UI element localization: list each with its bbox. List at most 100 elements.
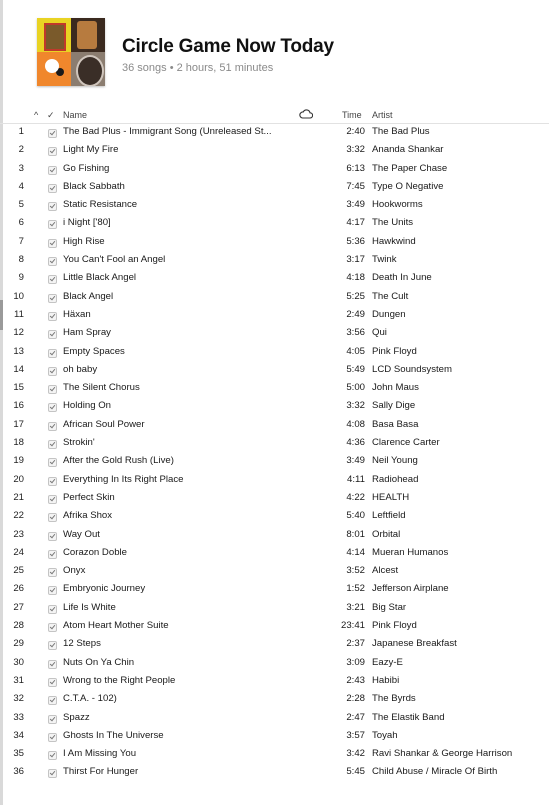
track-time: 4:11 bbox=[347, 473, 365, 485]
track-name: Perfect Skin bbox=[63, 491, 115, 503]
track-checkbox[interactable] bbox=[48, 677, 57, 687]
track-checkbox[interactable] bbox=[48, 714, 57, 724]
track-checkbox[interactable] bbox=[48, 202, 57, 212]
track-checkbox[interactable] bbox=[48, 494, 57, 504]
track-row[interactable]: 34 Ghosts In The Universe 3:57 Toyah bbox=[0, 727, 549, 745]
track-row[interactable]: 27 Life Is White 3:21 Big Star bbox=[0, 599, 549, 617]
track-checkbox[interactable] bbox=[48, 604, 57, 614]
track-number: 29 bbox=[13, 638, 24, 650]
track-row[interactable]: 6 i Night ['80] 4:17 The Units bbox=[0, 214, 549, 232]
track-time: 5:36 bbox=[346, 235, 365, 247]
track-row[interactable]: 33 Spazz 2:47 The Elastik Band bbox=[0, 709, 549, 727]
track-row[interactable]: 10 Black Angel 5:25 The Cult bbox=[0, 288, 549, 306]
track-row[interactable]: 30 Nuts On Ya Chin 3:09 Eazy-E bbox=[0, 654, 549, 672]
track-checkbox[interactable] bbox=[48, 257, 57, 267]
track-checkbox[interactable] bbox=[48, 385, 57, 395]
track-row[interactable]: 11 Häxan 2:49 Dungen bbox=[0, 306, 549, 324]
track-checkbox[interactable] bbox=[48, 238, 57, 248]
track-row[interactable]: 24 Corazon Doble 4:14 Mueran Humanos bbox=[0, 544, 549, 562]
track-checkbox[interactable] bbox=[48, 165, 57, 175]
track-row[interactable]: 31 Wrong to the Right People 2:43 Habibi bbox=[0, 672, 549, 690]
sort-indicator-icon[interactable]: ^ bbox=[34, 110, 38, 120]
track-row[interactable]: 18 Strokin' 4:36 Clarence Carter bbox=[0, 434, 549, 452]
track-checkbox[interactable] bbox=[48, 458, 57, 468]
track-row[interactable]: 25 Onyx 3:52 Alcest bbox=[0, 562, 549, 580]
track-checkbox[interactable] bbox=[48, 751, 57, 761]
track-row[interactable]: 21 Perfect Skin 4:22 HEALTH bbox=[0, 489, 549, 507]
track-row[interactable]: 22 Afrika Shox 5:40 Leftfield bbox=[0, 507, 549, 525]
track-checkbox[interactable] bbox=[48, 348, 57, 358]
column-header-name[interactable]: Name bbox=[63, 110, 87, 120]
track-row[interactable]: 19 After the Gold Rush (Live) 3:49 Neil You… bbox=[0, 452, 549, 470]
track-checkbox[interactable] bbox=[48, 531, 57, 541]
track-checkbox[interactable] bbox=[48, 440, 57, 450]
track-time: 3:32 bbox=[346, 400, 365, 412]
track-row[interactable]: 4 Black Sabbath 7:45 Type O Negative bbox=[0, 178, 549, 196]
track-checkbox[interactable] bbox=[48, 476, 57, 486]
track-row[interactable]: 12 Ham Spray 3:56 Qui bbox=[0, 324, 549, 342]
track-list: 1 The Bad Plus - Immigrant Song (Unreleas… bbox=[0, 123, 549, 782]
column-header-check[interactable]: ✓ bbox=[47, 110, 55, 121]
track-checkbox[interactable] bbox=[48, 421, 57, 431]
track-row[interactable]: 36 Thirst For Hunger 5:45 Child Abuse / Mir… bbox=[0, 763, 549, 781]
track-name: i Night ['80] bbox=[63, 217, 111, 229]
track-checkbox[interactable] bbox=[48, 641, 57, 651]
track-artist: The Byrds bbox=[372, 693, 416, 705]
track-row[interactable]: 16 Holding On 3:32 Sally Dige bbox=[0, 397, 549, 415]
track-row[interactable]: 7 High Rise 5:36 Hawkwind bbox=[0, 233, 549, 251]
track-checkbox[interactable] bbox=[48, 183, 57, 193]
track-checkbox[interactable] bbox=[48, 513, 57, 523]
track-artist: Habibi bbox=[372, 674, 400, 686]
track-row[interactable]: 32 C.T.A. - 102) 2:28 The Byrds bbox=[0, 690, 549, 708]
track-artist: Qui bbox=[372, 327, 387, 339]
track-checkbox[interactable] bbox=[48, 732, 57, 742]
track-row[interactable]: 23 Way Out 8:01 Orbital bbox=[0, 526, 549, 544]
track-checkbox[interactable] bbox=[48, 147, 57, 157]
column-header-artist[interactable]: Artist bbox=[372, 110, 393, 120]
track-row[interactable]: 13 Empty Spaces 4:05 Pink Floyd bbox=[0, 343, 549, 361]
track-row[interactable]: 28 Atom Heart Mother Suite 23:41 Pink Floyd bbox=[0, 617, 549, 635]
track-checkbox[interactable] bbox=[48, 220, 57, 230]
cloud-icon[interactable] bbox=[299, 109, 313, 119]
track-row[interactable]: 26 Embryonic Journey 1:52 Jefferson Airplan… bbox=[0, 580, 549, 598]
column-header-time[interactable]: Time bbox=[342, 110, 362, 120]
track-row[interactable]: 8 You Can't Fool an Angel 3:17 Twink bbox=[0, 251, 549, 269]
track-artist: Japanese Breakfast bbox=[372, 638, 457, 650]
track-checkbox[interactable] bbox=[48, 568, 57, 578]
track-checkbox[interactable] bbox=[48, 293, 57, 303]
playlist-artwork[interactable] bbox=[37, 18, 105, 86]
track-row[interactable]: 14 oh baby 5:49 LCD Soundsystem bbox=[0, 361, 549, 379]
track-name: 12 Steps bbox=[63, 638, 101, 650]
track-number: 35 bbox=[13, 748, 24, 760]
track-time: 4:17 bbox=[346, 217, 365, 229]
track-name: Wrong to the Right People bbox=[63, 674, 176, 686]
track-row[interactable]: 5 Static Resistance 3:49 Hookworms bbox=[0, 196, 549, 214]
track-checkbox[interactable] bbox=[48, 330, 57, 340]
track-row[interactable]: 2 Light My Fire 3:32 Ananda Shankar bbox=[0, 141, 549, 159]
track-checkbox[interactable] bbox=[48, 769, 57, 779]
track-number: 20 bbox=[13, 473, 24, 485]
track-artist: Orbital bbox=[372, 528, 401, 540]
track-checkbox[interactable] bbox=[48, 549, 57, 559]
track-row[interactable]: 15 The Silent Chorus 5:00 John Maus bbox=[0, 379, 549, 397]
track-row[interactable]: 20 Everything In Its Right Place 4:11 Radio… bbox=[0, 471, 549, 489]
track-checkbox[interactable] bbox=[48, 623, 57, 633]
track-row[interactable]: 35 I Am Missing You 3:42 Ravi Shankar & Geo… bbox=[0, 745, 549, 763]
track-row[interactable]: 3 Go Fishing 6:13 The Paper Chase bbox=[0, 160, 549, 178]
track-checkbox[interactable] bbox=[48, 696, 57, 706]
track-checkbox[interactable] bbox=[48, 403, 57, 413]
track-checkbox[interactable] bbox=[48, 659, 57, 669]
track-checkbox[interactable] bbox=[48, 586, 57, 596]
track-time: 2:43 bbox=[346, 674, 365, 686]
track-number: 19 bbox=[13, 455, 24, 467]
track-checkbox[interactable] bbox=[48, 275, 57, 285]
track-row[interactable]: 17 African Soul Power 4:08 Basa Basa bbox=[0, 416, 549, 434]
track-artist: Dungen bbox=[372, 308, 406, 320]
track-checkbox[interactable] bbox=[48, 366, 57, 376]
track-row[interactable]: 29 12 Steps 2:37 Japanese Breakfast bbox=[0, 635, 549, 653]
track-row[interactable]: 1 The Bad Plus - Immigrant Song (Unreleas… bbox=[0, 123, 549, 141]
playlist-title[interactable]: Circle Game Now Today bbox=[122, 36, 334, 58]
track-checkbox[interactable] bbox=[48, 311, 57, 321]
track-row[interactable]: 9 Little Black Angel 4:18 Death In June bbox=[0, 269, 549, 287]
track-checkbox[interactable] bbox=[48, 129, 57, 138]
